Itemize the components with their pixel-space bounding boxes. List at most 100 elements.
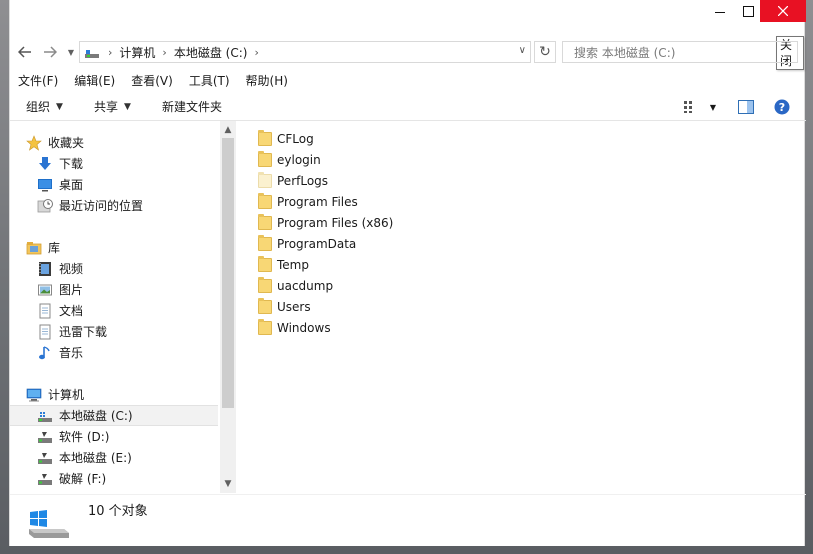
library-icon: [26, 240, 42, 256]
help-button[interactable]: ?: [772, 97, 792, 117]
minimize-button[interactable]: [706, 0, 734, 22]
search-placeholder: 搜索 本地磁盘 (C:): [574, 45, 676, 60]
chevron-down-icon: ▼: [124, 102, 131, 112]
preview-pane-icon: [738, 100, 754, 114]
breadcrumb-separator-icon[interactable]: ›: [162, 46, 166, 59]
nav-libraries-label: 库: [48, 241, 61, 255]
menu-tools[interactable]: 工具(T): [181, 70, 238, 92]
nav-item-documents[interactable]: 文档: [37, 300, 236, 321]
share-button[interactable]: 共享 ▼: [94, 98, 131, 116]
windows-drive-large-icon: [29, 510, 69, 538]
nav-item-drive-d[interactable]: 软件 (D:): [37, 426, 236, 447]
menu-help[interactable]: 帮助(H): [238, 70, 296, 92]
folder-icon: [258, 150, 272, 167]
file-name: Temp: [277, 257, 309, 272]
new-folder-button[interactable]: 新建文件夹: [162, 98, 222, 116]
folder-icon: [258, 213, 272, 230]
nav-item-drive-e[interactable]: 本地磁盘 (E:): [37, 447, 236, 468]
title-bar: [10, 0, 806, 30]
file-item-programdata[interactable]: ProgramData: [258, 233, 356, 254]
search-input[interactable]: 搜索 本地磁盘 (C:): [562, 41, 798, 63]
nav-libraries[interactable]: 库: [26, 237, 234, 258]
document-library-icon: [37, 303, 53, 319]
file-name: eylogin: [277, 152, 321, 167]
back-button[interactable]: [16, 42, 34, 62]
nav-scrollbar-thumb[interactable]: [222, 138, 234, 408]
nav-item-desktop[interactable]: 桌面: [37, 174, 236, 195]
help-icon: ?: [774, 99, 790, 115]
folder-icon: [258, 234, 272, 251]
folder-icon: [258, 297, 272, 314]
folder-icon: [258, 255, 272, 272]
scroll-down-button[interactable]: ▼: [220, 476, 236, 492]
hard-drive-icon: [37, 450, 53, 466]
file-name: CFLog: [277, 131, 314, 146]
nav-item-label: 软件 (D:): [59, 430, 110, 444]
address-history-dropdown[interactable]: ∨: [519, 45, 526, 56]
nav-item-label: 本地磁盘 (C:): [59, 409, 133, 423]
recent-locations-button[interactable]: ▼: [65, 42, 77, 62]
maximize-button[interactable]: [734, 0, 762, 22]
close-button[interactable]: [760, 0, 806, 22]
music-note-icon: [37, 345, 53, 361]
nav-item-recent-places[interactable]: 最近访问的位置: [37, 195, 236, 216]
file-item-temp[interactable]: Temp: [258, 254, 309, 275]
nav-item-videos[interactable]: 视频: [37, 258, 236, 279]
nav-item-music[interactable]: 音乐: [37, 342, 236, 363]
star-icon: [26, 134, 42, 151]
file-item-program-files[interactable]: Program Files: [258, 191, 358, 212]
nav-favorites[interactable]: 收藏夹: [26, 132, 234, 153]
file-item-users[interactable]: Users: [258, 296, 311, 317]
drive-icon: [84, 44, 100, 60]
nav-item-label: 最近访问的位置: [59, 199, 144, 213]
change-view-button[interactable]: ▼: [680, 97, 720, 117]
file-item-program-files-x86[interactable]: Program Files (x86): [258, 212, 393, 233]
chevron-down-icon: ▼: [56, 102, 63, 112]
nav-computer[interactable]: 计算机: [26, 384, 234, 405]
breadcrumb-separator-icon[interactable]: ›: [108, 46, 112, 59]
windows-drive-icon: [37, 408, 53, 424]
computer-icon: [26, 387, 42, 403]
file-item-eylogin[interactable]: eylogin: [258, 149, 321, 170]
nav-item-label: 下载: [59, 157, 84, 171]
menu-view[interactable]: 查看(V): [123, 70, 181, 92]
file-item-windows[interactable]: Windows: [258, 317, 331, 338]
nav-item-thunder-downloads[interactable]: 迅雷下载: [37, 321, 236, 342]
nav-item-label: 破解 (F:): [59, 472, 107, 486]
preview-pane-button[interactable]: [736, 97, 756, 117]
file-item-perflogs[interactable]: PerfLogs: [258, 170, 328, 191]
recent-places-icon: [37, 198, 53, 214]
details-pane: 10 个对象: [10, 494, 806, 547]
address-bar[interactable]: › 计算机 › 本地磁盘 (C:) › ∨: [79, 41, 531, 63]
nav-item-local-disk-c[interactable]: 本地磁盘 (C:): [10, 405, 218, 426]
organize-button[interactable]: 组织 ▼: [26, 98, 63, 116]
item-count: 10 个对象: [88, 504, 148, 519]
share-label: 共享: [94, 100, 119, 114]
file-item-uacdump[interactable]: uacdump: [258, 275, 333, 296]
forward-button[interactable]: [41, 42, 59, 62]
folder-icon: [258, 276, 272, 293]
file-item-cflog[interactable]: CFLog: [258, 128, 314, 149]
nav-item-pictures[interactable]: 图片: [37, 279, 236, 300]
menu-file[interactable]: 文件(F): [10, 70, 66, 92]
nav-item-drive-f[interactable]: 破解 (F:): [37, 468, 236, 489]
minimize-icon: [715, 12, 725, 13]
desktop-icon: [37, 177, 53, 193]
file-name: uacdump: [277, 278, 334, 293]
breadcrumb-separator-icon[interactable]: ›: [254, 46, 258, 59]
file-name: Program Files (x86): [277, 215, 394, 230]
nav-item-label: 图片: [59, 283, 84, 297]
close-icon: [778, 6, 788, 16]
folder-icon: [258, 318, 272, 335]
video-library-icon: [37, 261, 53, 277]
file-name: ProgramData: [277, 236, 357, 251]
breadcrumb-local-disk-c[interactable]: 本地磁盘 (C:): [174, 44, 248, 61]
menu-edit[interactable]: 编辑(E): [66, 70, 123, 92]
document-library-icon: [37, 324, 53, 340]
nav-item-label: 视频: [59, 262, 84, 276]
refresh-button[interactable]: ↻: [534, 41, 556, 63]
breadcrumb-computer[interactable]: 计算机: [119, 44, 155, 61]
scroll-up-button[interactable]: ▲: [220, 122, 236, 138]
chevron-down-icon: ▼: [709, 102, 717, 112]
nav-item-downloads[interactable]: 下载: [37, 153, 236, 174]
